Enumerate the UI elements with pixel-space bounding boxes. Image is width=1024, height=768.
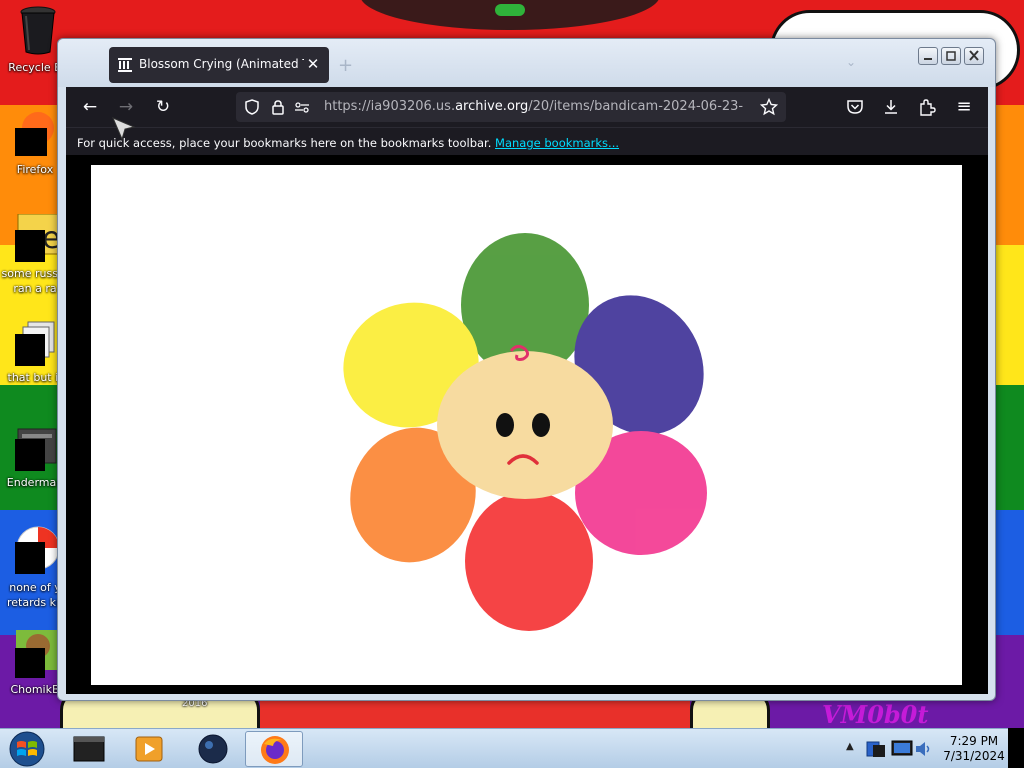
app-menu-button[interactable]: ≡ — [952, 95, 976, 119]
minimize-icon — [924, 58, 932, 60]
back-button[interactable]: ← — [78, 95, 102, 119]
program-icon — [73, 736, 105, 762]
bookmarks-toolbar: For quick access, place your bookmarks h… — [66, 127, 988, 155]
mouse-cursor-icon — [112, 117, 136, 141]
blossom-right-eye — [532, 413, 550, 437]
taskbar: ▲ 7:29 PM 7/31/2024 — [0, 728, 1024, 768]
close-window-button[interactable] — [964, 47, 984, 65]
petal-red — [465, 491, 593, 631]
bookmarks-hint: For quick access, place your bookmarks h… — [77, 136, 619, 150]
firefox-icon — [261, 736, 289, 764]
forward-button[interactable]: → — [114, 95, 138, 119]
bookmark-star-icon[interactable] — [760, 98, 778, 116]
blossom-left-eye — [496, 413, 514, 437]
extensions-icon[interactable] — [918, 98, 936, 116]
file-icon: e — [15, 214, 58, 262]
wallpaper-signature: VM0b0t — [822, 700, 929, 728]
downloads-icon[interactable] — [882, 98, 900, 116]
lock-icon[interactable] — [270, 99, 286, 115]
hamster-icon — [15, 630, 58, 678]
action-center-icon[interactable] — [864, 737, 888, 761]
volume-icon[interactable] — [914, 737, 932, 761]
start-button[interactable] — [5, 731, 49, 767]
clock-time: 7:29 PM — [949, 734, 999, 748]
taskbar-item-program[interactable] — [60, 731, 118, 767]
clock-date: 7/31/2024 — [943, 749, 1005, 763]
video-player[interactable] — [91, 165, 962, 685]
url-host: archive.org — [455, 99, 529, 114]
navigation-toolbar: ← → ↻ https://ia903206.us.archive.org/20… — [66, 87, 988, 127]
manage-bookmarks-link[interactable]: Manage bookmarks... — [495, 136, 619, 150]
firefox-icon — [15, 112, 54, 156]
blossom-face — [437, 351, 613, 499]
restore-icon — [946, 51, 956, 61]
reload-button[interactable]: ↻ — [151, 95, 175, 119]
shield-icon[interactable] — [244, 99, 260, 115]
recycle-bin-icon — [20, 6, 56, 55]
globe-icon — [198, 734, 228, 764]
browser-window[interactable]: Blossom Crying (Animated Test ✕ + ⌄ ← → … — [57, 38, 996, 701]
taskbar-clock[interactable]: 7:29 PM 7/31/2024 — [938, 734, 1010, 764]
bookmarks-hint-text: For quick access, place your bookmarks h… — [77, 136, 492, 150]
archive-org-icon — [118, 58, 132, 72]
taskbar-item-media-player[interactable] — [120, 731, 178, 767]
taskbar-item-firefox[interactable] — [245, 731, 303, 767]
maximize-button[interactable] — [941, 47, 961, 65]
taskbar-item-app[interactable] — [184, 731, 242, 767]
list-all-tabs-button[interactable]: ⌄ — [846, 55, 856, 69]
windows-logo-icon — [9, 731, 45, 767]
blossom-flower-image — [343, 233, 707, 631]
show-hidden-icons-button[interactable]: ▲ — [846, 741, 854, 752]
window-titlebar[interactable]: Blossom Crying (Animated Test ✕ + ⌄ — [58, 39, 995, 87]
network-icon[interactable] — [890, 737, 914, 761]
minimize-button[interactable] — [918, 47, 938, 65]
media-player-icon — [135, 736, 163, 762]
media-icon — [15, 526, 60, 574]
pocket-icon[interactable] — [846, 98, 864, 116]
page-content — [66, 155, 988, 694]
url-path: /20/items/bandicam-2024-06-23-16-... — [528, 99, 744, 114]
tab-blossom-crying[interactable]: Blossom Crying (Animated Test ✕ — [109, 47, 329, 83]
close-tab-icon[interactable]: ✕ — [305, 55, 321, 73]
system-tray: ▲ 7:29 PM 7/31/2024 — [838, 729, 1024, 768]
tab-title: Blossom Crying (Animated Test — [139, 57, 304, 71]
permissions-icon[interactable] — [294, 99, 310, 115]
close-icon — [969, 50, 979, 61]
url-prefix: https://ia903206.us. — [324, 99, 456, 114]
url-bar[interactable]: https://ia903206.us.archive.org/20/items… — [236, 92, 786, 122]
document-stack-icon — [15, 321, 55, 366]
url-text[interactable]: https://ia903206.us.archive.org/20/items… — [324, 99, 744, 114]
show-desktop-button[interactable] — [1008, 728, 1024, 768]
program-icon — [15, 428, 57, 471]
new-tab-button[interactable]: + — [338, 55, 353, 76]
